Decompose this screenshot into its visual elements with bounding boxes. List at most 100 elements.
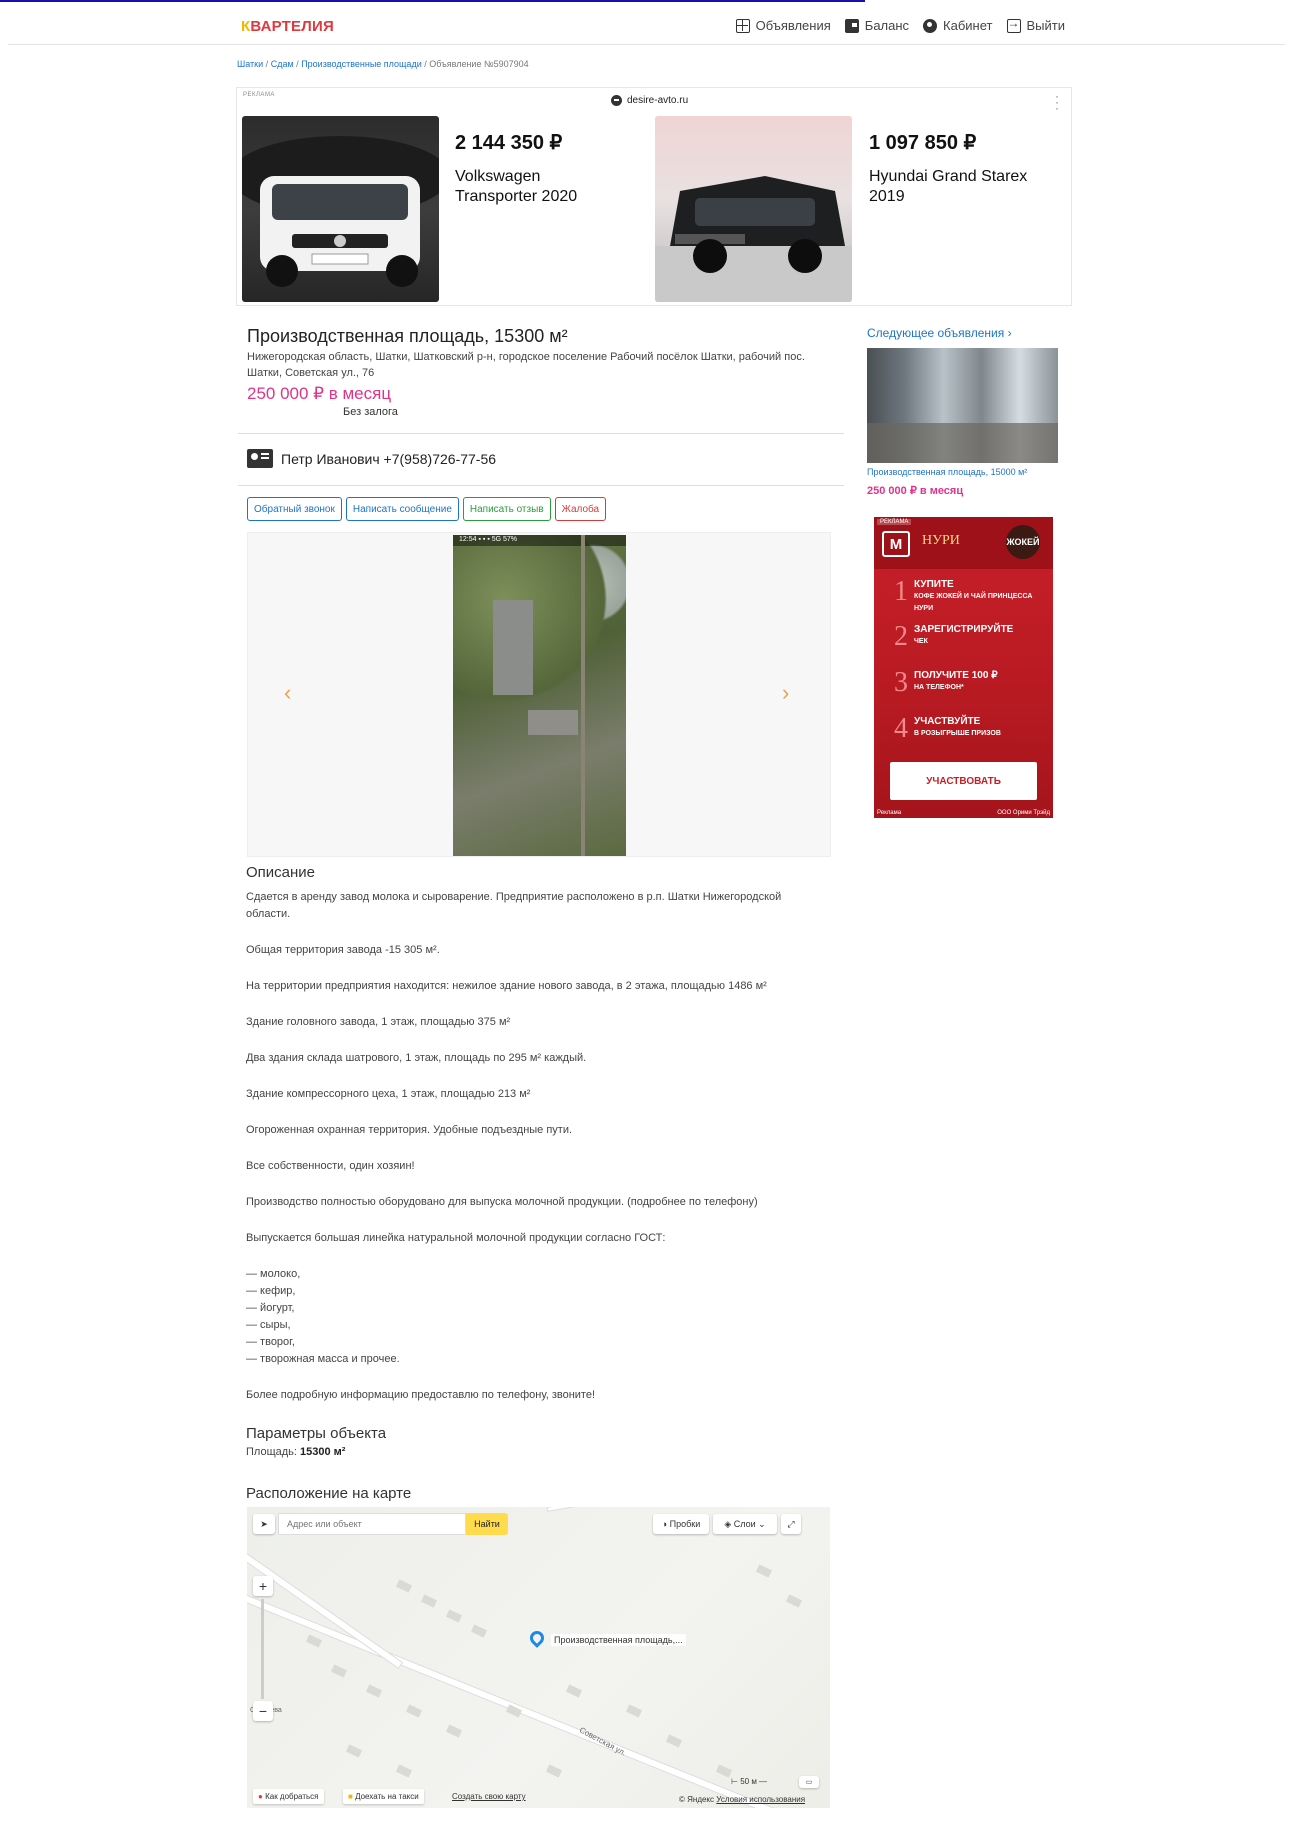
breadcrumb-shatki[interactable]: Шатки <box>237 59 263 69</box>
road <box>546 1507 830 1512</box>
house <box>715 1764 733 1778</box>
related-listing-photo[interactable] <box>867 348 1058 463</box>
house <box>625 1704 643 1718</box>
description-closing: Более подробную информацию предоставлю п… <box>246 1389 596 1401</box>
location-map[interactable]: Советская ул. Савичева ➤ Найти ◑ Пробки … <box>247 1507 830 1808</box>
breadcrumb-rent[interactable]: Сдам <box>271 59 294 69</box>
ad-footer: Реклама ООО Орими Трэйд <box>877 810 1050 816</box>
car-price-volkswagen[interactable]: 2 144 350 ₽ <box>455 130 562 155</box>
listing-address: Нижегородская область, Шатки, Шатковский… <box>247 351 805 379</box>
description-title: Описание <box>246 864 316 881</box>
house <box>445 1609 463 1623</box>
complaint-button[interactable]: Жалоба <box>554 497 607 521</box>
listing-deposit: Без залога <box>343 406 398 418</box>
params-area: Площадь: 15300 м² <box>246 1446 346 1458</box>
description-paragraph: Огороженная охранная территория. Удобные… <box>246 1124 573 1136</box>
nav-balance[interactable]: Баланс <box>844 18 909 33</box>
geolocation-icon[interactable]: ➤ <box>253 1514 275 1534</box>
review-button[interactable]: Написать отзыв <box>462 497 551 521</box>
minivan-black-icon <box>655 176 852 302</box>
description-paragraph: Здание головного завода, 1 этаж, площадь… <box>246 1016 511 1028</box>
house <box>365 1684 383 1698</box>
gallery-photo[interactable]: 12:54 ▪ ▪ ▪ 5G 57% <box>453 535 626 856</box>
site-logo[interactable]: КВАРТЕЛИЯ <box>241 18 334 35</box>
route-pin-icon: ● <box>258 1792 263 1801</box>
description-body: Сдается в аренду завод молока и сыроваре… <box>246 889 806 1423</box>
message-button[interactable]: Написать сообщение <box>345 497 459 521</box>
gallery-next-icon[interactable]: › <box>782 680 789 706</box>
nav-listings[interactable]: Объявления <box>735 18 831 33</box>
route-button[interactable]: ● Как добраться <box>253 1789 324 1804</box>
site-header: КВАРТЕЛИЯ Объявления Баланс Кабинет Выйт… <box>8 5 1285 45</box>
car-image-hyundai[interactable] <box>655 116 852 302</box>
map-search-input[interactable] <box>278 1513 466 1535</box>
house <box>785 1594 803 1608</box>
house <box>665 1734 683 1748</box>
house <box>305 1634 323 1648</box>
description-paragraph: Здание компрессорного цеха, 1 этаж, площ… <box>246 1088 531 1100</box>
terms-link[interactable]: Условия использования <box>716 1795 805 1804</box>
related-listing-title[interactable]: Производственная площадь, 15000 м² <box>867 467 1027 477</box>
ad-participate-button[interactable]: УЧАСТВОВАТЬ <box>890 762 1037 800</box>
more-icon[interactable]: · · · <box>1055 90 1059 114</box>
ad-domain[interactable]: desire-avto.ru <box>611 95 688 106</box>
photo-gallery: ‹ 12:54 ▪ ▪ ▪ 5G 57% › <box>247 532 831 857</box>
house <box>395 1579 413 1593</box>
params-title: Параметры объекта <box>246 1425 387 1442</box>
callback-button[interactable]: Обратный звонок <box>247 497 342 521</box>
ad-label: РЕКЛАМА <box>243 92 275 98</box>
traffic-icon: ◑ <box>661 1519 670 1529</box>
car-image-volkswagen[interactable] <box>242 116 439 302</box>
ad-step: 4 УЧАСТВУЙТЕ В РОЗЫГРЫШЕ ПРИЗОВ <box>894 713 1001 744</box>
phone-status-bar: 12:54 ▪ ▪ ▪ 5G 57% <box>453 535 626 546</box>
ad-step: 1 КУПИТЕ КОФЕ ЖОКЕЙ И ЧАЙ ПРИНЦЕССА НУРИ <box>894 576 1033 613</box>
house <box>405 1704 423 1718</box>
house <box>420 1594 438 1608</box>
top-ad-banner[interactable]: РЕКЛАМА desire-avto.ru · · · 2 144 350 ₽ V… <box>236 87 1072 306</box>
jokey-logo: ЖОКЕЙ <box>1006 525 1040 559</box>
exit-icon <box>1006 16 1021 33</box>
wallet-icon <box>844 18 859 33</box>
nuri-logo: НУРИ <box>922 533 960 548</box>
nav-logout[interactable]: Выйти <box>1006 16 1065 33</box>
user-icon <box>923 18 938 33</box>
nav-cabinet[interactable]: Кабинет <box>923 18 993 33</box>
side-ad-banner[interactable]: РЕКЛАМА М НУРИ ЖОКЕЙ 1 КУПИТЕ КОФЕ ЖОКЕЙ И… <box>874 517 1053 818</box>
breadcrumb-category[interactable]: Производственные площади <box>301 59 422 69</box>
taxi-icon: ■ <box>348 1792 353 1801</box>
zoom-slider[interactable] <box>261 1599 264 1699</box>
gallery-prev-icon[interactable]: ‹ <box>284 680 291 706</box>
zoom-in-button[interactable]: + <box>253 1576 273 1596</box>
building-shape <box>528 710 578 735</box>
description-paragraph: Производство полностью оборудовано для в… <box>246 1196 758 1208</box>
contact-line[interactable]: Петр Иванович +7(958)726-77-56 <box>247 449 496 468</box>
layers-button[interactable]: ◈ Слои ⌄ <box>713 1514 777 1534</box>
ad-label: РЕКЛАМА <box>877 519 912 525</box>
fullscreen-icon[interactable]: ⤢ <box>781 1514 801 1534</box>
railway-shape <box>581 535 585 856</box>
map-scale: ⊢ 50 м — <box>731 1777 768 1786</box>
car-price-hyundai[interactable]: 1 097 850 ₽ <box>869 130 976 155</box>
map-find-button[interactable]: Найти <box>466 1513 508 1535</box>
breadcrumb-current: Объявление №5907904 <box>429 59 529 69</box>
listing-price: 250 000 ₽ в месяц <box>247 384 392 403</box>
pin-label[interactable]: Производственная площадь,... <box>551 1634 686 1646</box>
description-paragraph: На территории предприятия находится: неж… <box>246 980 767 992</box>
top-link-underline <box>0 0 865 2</box>
ruler-icon[interactable]: ▭ <box>799 1776 819 1788</box>
ad-step: 3 ПОЛУЧИТЕ 100 ₽ НА ТЕЛЕФОН* <box>894 667 998 698</box>
next-listings-link[interactable]: Следующее объявления › <box>867 326 1012 340</box>
ad-step: 2 ЗАРЕГИСТРИРУЙТЕ ЧЕК <box>894 621 1014 652</box>
contact-card-icon <box>247 449 273 468</box>
create-map-link[interactable]: Создать свою карту <box>447 1789 531 1804</box>
traffic-button[interactable]: ◑ Пробки <box>653 1514 709 1534</box>
listing-title: Производственная площадь, 15300 м² <box>247 326 568 346</box>
car-name-hyundai[interactable]: Hyundai Grand Starex 2019 <box>869 167 1029 207</box>
car-name-volkswagen[interactable]: Volkswagen Transporter 2020 <box>455 167 615 207</box>
location-pin-icon[interactable] <box>527 1628 547 1648</box>
description-paragraph: Все собственности, один хозяин! <box>246 1160 415 1172</box>
taxi-button[interactable]: ■ Доехать на такси <box>343 1789 424 1804</box>
zoom-out-button[interactable]: − <box>253 1701 273 1721</box>
action-buttons: Обратный звонок Написать сообщение Напис… <box>247 497 607 521</box>
breadcrumb: Шатки / Сдам / Производственные площади … <box>237 59 529 69</box>
